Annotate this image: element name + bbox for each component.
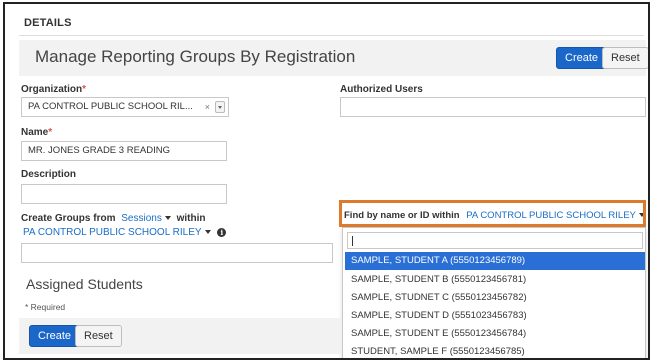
section-title: DETAILS: [24, 17, 72, 29]
required-mark: *: [82, 84, 87, 95]
caret-down-icon: [164, 216, 171, 221]
assigned-students-heading: Assigned Students: [26, 276, 143, 292]
name-label: Name*: [21, 127, 52, 138]
create-groups-label: Create Groups from: [21, 213, 116, 224]
required-mark: *: [48, 127, 53, 138]
reset-button[interactable]: Reset: [602, 47, 648, 69]
authorized-users-input[interactable]: [340, 97, 646, 117]
list-item[interactable]: STUDENT, SAMPLE F (5550123456785): [345, 343, 645, 358]
details-panel: DETAILS Manage Reporting Groups By Regis…: [3, 2, 650, 360]
sessions-dropdown-label: Sessions: [121, 213, 162, 224]
name-label-text: Name: [21, 127, 49, 138]
list-item[interactable]: SAMPLE, STUDENT B (5550123456781): [345, 271, 645, 289]
text-cursor: [352, 236, 353, 246]
description-field[interactable]: [21, 184, 227, 204]
list-item[interactable]: SAMPLE, STUDENT D (5551023456783): [345, 307, 645, 325]
org-dropdown-label: PA CONTROL PUBLIC SCHOOL RILEY: [23, 227, 202, 238]
authorized-users-label: Authorized Users: [340, 84, 423, 95]
org-picker-row: PA CONTROL PUBLIC SCHOOL RILEY i: [23, 227, 227, 238]
create-groups-row: Create Groups from Sessions within: [21, 213, 206, 224]
organization-label: Organization*: [21, 84, 86, 95]
page-header: Manage Reporting Groups By Registration …: [19, 40, 648, 76]
clear-selection-icon[interactable]: ×: [205, 98, 210, 116]
required-note: * Required: [25, 302, 66, 312]
page-title: Manage Reporting Groups By Registration: [35, 47, 356, 66]
divider: [19, 35, 644, 36]
caret-down-icon: [204, 230, 211, 235]
info-icon[interactable]: i: [217, 227, 227, 237]
name-field[interactable]: MR. JONES GRADE 3 READING: [21, 141, 227, 161]
footer-reset-button[interactable]: Reset: [75, 325, 122, 347]
footer-create-button[interactable]: Create: [29, 325, 81, 347]
form-footer: Create Reset: [19, 318, 341, 354]
list-item[interactable]: SAMPLE, STUDENT A (5550123456789): [345, 252, 645, 270]
highlight-callout: [339, 200, 646, 227]
organization-label-text: Organization: [21, 84, 83, 95]
within-label: within: [176, 213, 206, 224]
organization-value: PA CONTROL PUBLIC SCHOOL RIL...: [28, 101, 193, 112]
student-search-input[interactable]: [347, 232, 643, 249]
organization-select[interactable]: PA CONTROL PUBLIC SCHOOL RIL... ×: [21, 97, 229, 117]
create-groups-input[interactable]: [21, 243, 333, 263]
description-label: Description: [21, 169, 77, 180]
sessions-dropdown[interactable]: Sessions: [121, 213, 171, 224]
chevron-down-icon[interactable]: [215, 101, 225, 113]
list-item[interactable]: SAMPLE, STUDNET C (5550123456782): [345, 289, 645, 307]
create-button[interactable]: Create: [556, 47, 608, 69]
list-item[interactable]: SAMPLE, STUDENT E (5550123456784): [345, 325, 645, 343]
student-search-dropdown: SAMPLE, STUDENT A (5550123456789) SAMPLE…: [342, 227, 646, 358]
org-dropdown[interactable]: PA CONTROL PUBLIC SCHOOL RILEY: [23, 227, 211, 238]
